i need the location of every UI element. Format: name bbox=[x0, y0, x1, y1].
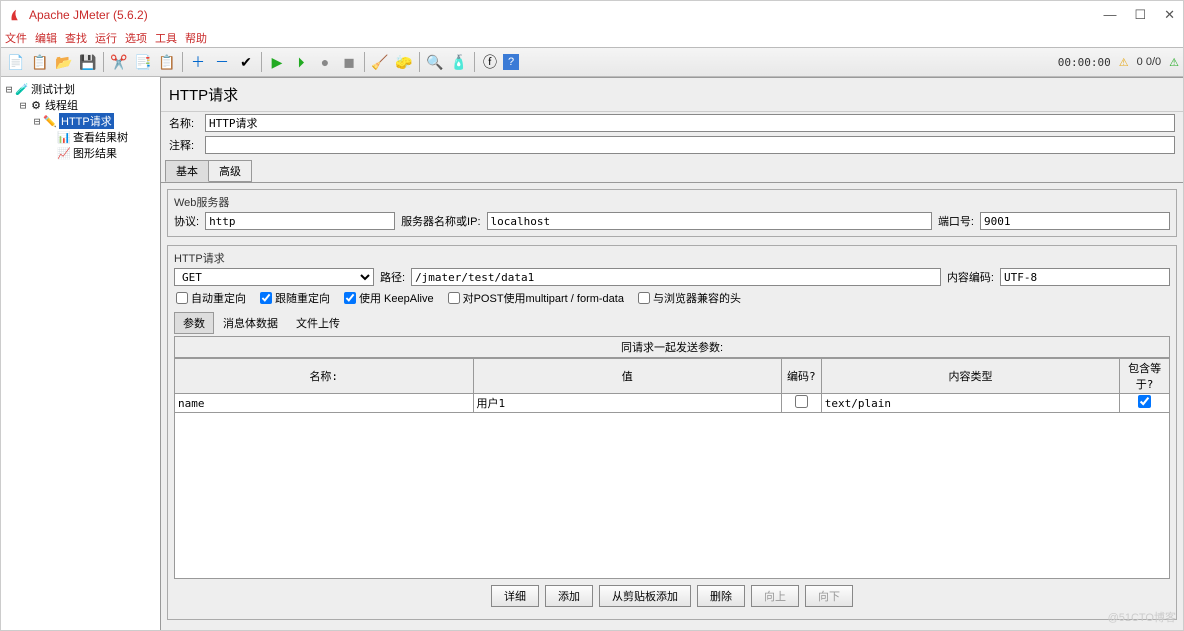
param-table-caption: 同请求一起发送参数: bbox=[174, 336, 1170, 358]
stop-icon[interactable]: ● bbox=[314, 51, 336, 73]
tree-test-plan[interactable]: ⊟🧪测试计划 bbox=[3, 81, 158, 97]
http-request-group: HTTP请求 GET 路径: 内容编码: 自动重定向 跟随重定向 使用 Keep… bbox=[167, 245, 1177, 620]
copy-icon[interactable]: 📑 bbox=[132, 51, 154, 73]
add-button[interactable]: 添加 bbox=[545, 585, 593, 607]
watermark: @51CTO博客 bbox=[1108, 609, 1176, 625]
web-server-legend: Web服务器 bbox=[174, 194, 1170, 210]
expand-icon[interactable]: ＋ bbox=[187, 51, 209, 73]
path-field[interactable] bbox=[411, 268, 941, 286]
table-row[interactable]: name 用户1 text/plain bbox=[175, 394, 1170, 413]
start-icon[interactable]: ▶ bbox=[266, 51, 288, 73]
tab-advanced[interactable]: 高级 bbox=[208, 160, 252, 182]
paste-icon[interactable]: 📋 bbox=[156, 51, 178, 73]
cell-encode[interactable] bbox=[781, 394, 821, 413]
cb-multipart[interactable]: 对POST使用multipart / form-data bbox=[448, 290, 624, 306]
maximize-button[interactable]: ☐ bbox=[1134, 7, 1146, 23]
open-icon[interactable]: 📂 bbox=[53, 51, 75, 73]
elapsed-timer: 00:00:00 bbox=[1058, 56, 1111, 69]
minimize-button[interactable]: ― bbox=[1103, 7, 1116, 23]
editor-panel: HTTP请求 名称: 注释: 基本 高级 Web服务器 协议: bbox=[161, 77, 1183, 630]
name-label: 名称: bbox=[169, 115, 201, 131]
menu-search[interactable]: 查找 bbox=[65, 30, 87, 46]
function-helper-icon[interactable]: ⓕ bbox=[479, 51, 501, 73]
menu-tools[interactable]: 工具 bbox=[155, 30, 177, 46]
ptab-files[interactable]: 文件上传 bbox=[287, 312, 349, 334]
cell-ctype[interactable]: text/plain bbox=[821, 394, 1120, 413]
tab-basic[interactable]: 基本 bbox=[165, 160, 209, 182]
name-field[interactable] bbox=[205, 114, 1175, 132]
tree-graph-results[interactable]: 📈图形结果 bbox=[3, 145, 158, 161]
cb-follow-redirect[interactable]: 跟随重定向 bbox=[260, 290, 330, 306]
thread-counts: 0 0/0 bbox=[1137, 56, 1161, 68]
col-encode: 编码? bbox=[781, 359, 821, 394]
encoding-label: 内容编码: bbox=[947, 269, 994, 285]
clipboard-button[interactable]: 从剪贴板添加 bbox=[599, 585, 691, 607]
col-value: 值 bbox=[473, 359, 781, 394]
cb-auto-redirect[interactable]: 自动重定向 bbox=[176, 290, 246, 306]
comment-label: 注释: bbox=[169, 137, 201, 153]
cell-name[interactable]: name bbox=[175, 394, 474, 413]
up-button[interactable]: 向上 bbox=[751, 585, 799, 607]
panel-title: HTTP请求 bbox=[161, 78, 1183, 112]
cb-browser-headers[interactable]: 与浏览器兼容的头 bbox=[638, 290, 741, 306]
close-button[interactable]: ✕ bbox=[1164, 7, 1175, 23]
delete-button[interactable]: 删除 bbox=[697, 585, 745, 607]
clear-icon[interactable]: 🧹 bbox=[369, 51, 391, 73]
method-select[interactable]: GET bbox=[174, 268, 374, 286]
detail-button[interactable]: 详细 bbox=[491, 585, 539, 607]
menu-options[interactable]: 选项 bbox=[125, 30, 147, 46]
app-logo-icon bbox=[9, 8, 23, 22]
param-table[interactable]: 名称: 值 编码? 内容类型 包含等于? name 用户1 text/plain bbox=[174, 358, 1170, 413]
warnings-icon[interactable]: ⚠ bbox=[1119, 56, 1129, 69]
menu-help[interactable]: 帮助 bbox=[185, 30, 207, 46]
new-icon[interactable]: 📄 bbox=[5, 51, 27, 73]
down-button[interactable]: 向下 bbox=[805, 585, 853, 607]
menu-edit[interactable]: 编辑 bbox=[35, 30, 57, 46]
search-icon[interactable]: 🔍 bbox=[424, 51, 446, 73]
encoding-field[interactable] bbox=[1000, 268, 1170, 286]
toggle-icon[interactable]: ✔ bbox=[235, 51, 257, 73]
tree-thread-group[interactable]: ⊟⚙线程组 bbox=[3, 97, 158, 113]
cb-keepalive[interactable]: 使用 KeepAlive bbox=[344, 290, 434, 306]
shutdown-icon[interactable]: ◼ bbox=[338, 51, 360, 73]
cell-value[interactable]: 用户1 bbox=[473, 394, 781, 413]
table-empty-area[interactable] bbox=[174, 413, 1170, 579]
col-name: 名称: bbox=[175, 359, 474, 394]
menubar: 文件 编辑 查找 运行 选项 工具 帮助 bbox=[1, 29, 1183, 47]
ptab-body[interactable]: 消息体数据 bbox=[214, 312, 287, 334]
cut-icon[interactable]: ✂️ bbox=[108, 51, 130, 73]
menu-file[interactable]: 文件 bbox=[5, 30, 27, 46]
collapse-icon[interactable]: － bbox=[211, 51, 233, 73]
start-no-pause-icon[interactable]: ⏵ bbox=[290, 51, 312, 73]
clear-all-icon[interactable]: 🧽 bbox=[393, 51, 415, 73]
port-field[interactable] bbox=[980, 212, 1170, 230]
web-server-group: Web服务器 协议: 服务器名称或IP: 端口号: bbox=[167, 189, 1177, 237]
reset-search-icon[interactable]: 🧴 bbox=[448, 51, 470, 73]
port-label: 端口号: bbox=[938, 213, 974, 229]
server-field[interactable] bbox=[487, 212, 932, 230]
menu-run[interactable]: 运行 bbox=[95, 30, 117, 46]
tree-http-request[interactable]: ⊟✏️HTTP请求 bbox=[3, 113, 158, 129]
ptab-params[interactable]: 参数 bbox=[174, 312, 214, 334]
http-request-legend: HTTP请求 bbox=[174, 250, 1170, 266]
help-icon[interactable]: ? bbox=[503, 54, 519, 70]
server-label: 服务器名称或IP: bbox=[401, 213, 480, 229]
tree-view-results-tree[interactable]: 📊查看结果树 bbox=[3, 129, 158, 145]
cell-include[interactable] bbox=[1120, 394, 1170, 413]
protocol-field[interactable] bbox=[205, 212, 395, 230]
test-plan-tree[interactable]: ⊟🧪测试计划 ⊟⚙线程组 ⊟✏️HTTP请求 📊查看结果树 📈图形结果 bbox=[1, 77, 161, 630]
window-title: Apache JMeter (5.6.2) bbox=[29, 8, 1103, 22]
toolbar: 📄 📋 📂 💾 ✂️ 📑 📋 ＋ － ✔ ▶ ⏵ ● ◼ 🧹 🧽 🔍 🧴 ⓕ ?… bbox=[1, 47, 1183, 77]
path-label: 路径: bbox=[380, 269, 405, 285]
errors-icon[interactable]: ⚠ bbox=[1169, 56, 1179, 69]
titlebar: Apache JMeter (5.6.2) ― ☐ ✕ bbox=[1, 1, 1183, 29]
col-ctype: 内容类型 bbox=[821, 359, 1120, 394]
col-include: 包含等于? bbox=[1120, 359, 1170, 394]
save-icon[interactable]: 💾 bbox=[77, 51, 99, 73]
protocol-label: 协议: bbox=[174, 213, 199, 229]
comment-field[interactable] bbox=[205, 136, 1175, 154]
templates-icon[interactable]: 📋 bbox=[29, 51, 51, 73]
